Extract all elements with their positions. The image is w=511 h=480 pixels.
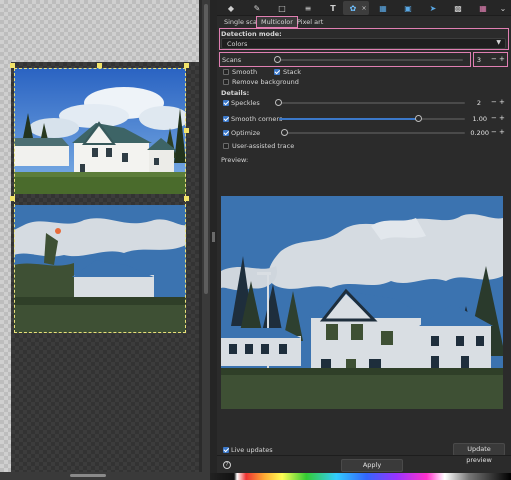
selection-handle-top-right[interactable] [184,63,189,68]
optimize-decrement-button[interactable]: − [491,129,497,136]
speckles-label: Speckles [231,99,260,107]
selection-handle-left[interactable] [10,196,15,201]
selection-handle-right[interactable] [184,196,189,201]
scans-slider-knob[interactable] [274,56,281,63]
scrollbar-thumb[interactable] [204,4,208,294]
optimize-slider-track[interactable] [285,132,465,134]
scrollbar-thumb[interactable] [70,474,106,477]
dock-splitter[interactable] [210,0,217,480]
optimize-checkbox[interactable] [223,130,229,136]
swatches-icon[interactable]: ▦ [378,3,388,13]
speckles-increment-button[interactable]: + [499,99,505,106]
more-icon[interactable]: ⌄ [498,3,508,13]
tab-multicolor[interactable]: Multicolor [256,16,298,28]
canvas-horizontal-scrollbar[interactable] [0,472,210,480]
smooth-label: Smooth [232,68,258,76]
smooth-corners-increment-button[interactable]: + [499,115,505,122]
symbols-icon[interactable]: ▩ [453,3,463,13]
smooth-checkbox[interactable] [223,69,229,75]
document-icon[interactable]: □ [277,3,287,13]
scans-value[interactable]: 3 [475,56,481,64]
dock-toolbar: ◆ ✎ □ ≡ T ✿ × ▦ ▣ ➤ ▩ ▦ ⌄ [217,0,511,16]
text-icon[interactable]: T [328,3,338,13]
smooth-corners-slider-knob[interactable] [415,115,422,122]
speckles-decrement-button[interactable]: − [491,99,497,106]
remove-background-label: Remove background [232,78,299,86]
edit-icon[interactable]: ✎ [252,3,262,13]
trace-preview [221,196,503,409]
user-assisted-trace-label: User-assisted trace [232,142,295,150]
trace-bitmap-icon[interactable]: ✿ [348,3,358,13]
speckles-slider-knob[interactable] [275,99,282,106]
apply-button[interactable]: Apply [341,459,403,472]
selection-bounding-box [14,68,186,333]
detection-mode-label: Detection mode: [221,30,282,38]
canvas-area[interactable] [0,0,199,472]
document-properties-icon[interactable]: ▦ [478,3,488,13]
smooth-corners-label: Smooth corners [231,115,283,123]
user-assisted-trace-checkbox[interactable] [223,143,229,149]
scans-label: Scans [222,56,242,64]
speckles-value[interactable]: 2 [467,99,481,107]
selection-handle-top[interactable] [97,63,102,68]
objects-icon[interactable]: ▣ [403,3,413,13]
scans-decrement-button[interactable]: − [491,56,497,63]
live-updates-checkbox[interactable] [223,447,229,453]
help-icon[interactable]: ? [223,461,231,469]
optimize-value[interactable]: 0.200 [467,129,489,137]
detection-mode-select[interactable]: Colors ▼ [221,38,506,49]
optimize-label: Optimize [231,129,261,137]
smooth-corners-slider-fill [279,118,419,120]
scans-slider-track[interactable] [277,59,463,61]
live-updates-label: Live updates [231,446,273,454]
smooth-corners-checkbox[interactable] [223,116,229,122]
optimize-slider-knob[interactable] [281,129,288,136]
selection-handle-mid-right[interactable] [184,128,189,133]
close-tab-icon[interactable]: × [359,3,369,13]
smooth-corners-decrement-button[interactable]: − [491,115,497,122]
splitter-grip-icon[interactable] [212,232,215,242]
smooth-corners-value[interactable]: 1.00 [467,115,487,123]
speckles-slider-track[interactable] [279,102,465,104]
align-icon[interactable]: ≡ [303,3,313,13]
panel-divider [217,455,511,456]
color-palette-bar[interactable] [210,473,511,480]
remove-background-checkbox[interactable] [223,79,229,85]
stack-label: Stack [283,68,301,76]
layers-icon[interactable]: ◆ [226,3,236,13]
trace-bitmap-panel: ◆ ✎ □ ≡ T ✿ × ▦ ▣ ➤ ▩ ▦ ⌄ Single scan Mu… [217,0,511,473]
speckles-checkbox[interactable] [223,100,229,106]
trace-preview-image [221,196,503,409]
dropdown-arrow-icon: ▼ [496,39,501,46]
export-icon[interactable]: ➤ [428,3,438,13]
preview-label: Preview: [221,156,249,164]
canvas-vertical-scrollbar[interactable] [202,0,210,472]
scans-increment-button[interactable]: + [499,56,505,63]
optimize-increment-button[interactable]: + [499,129,505,136]
detection-mode-value: Colors [227,40,248,48]
stack-checkbox[interactable] [274,69,280,75]
details-label: Details: [221,89,250,97]
tab-pixel-art[interactable]: Pixel art [293,16,327,28]
selection-handle-top-left[interactable] [10,63,15,68]
